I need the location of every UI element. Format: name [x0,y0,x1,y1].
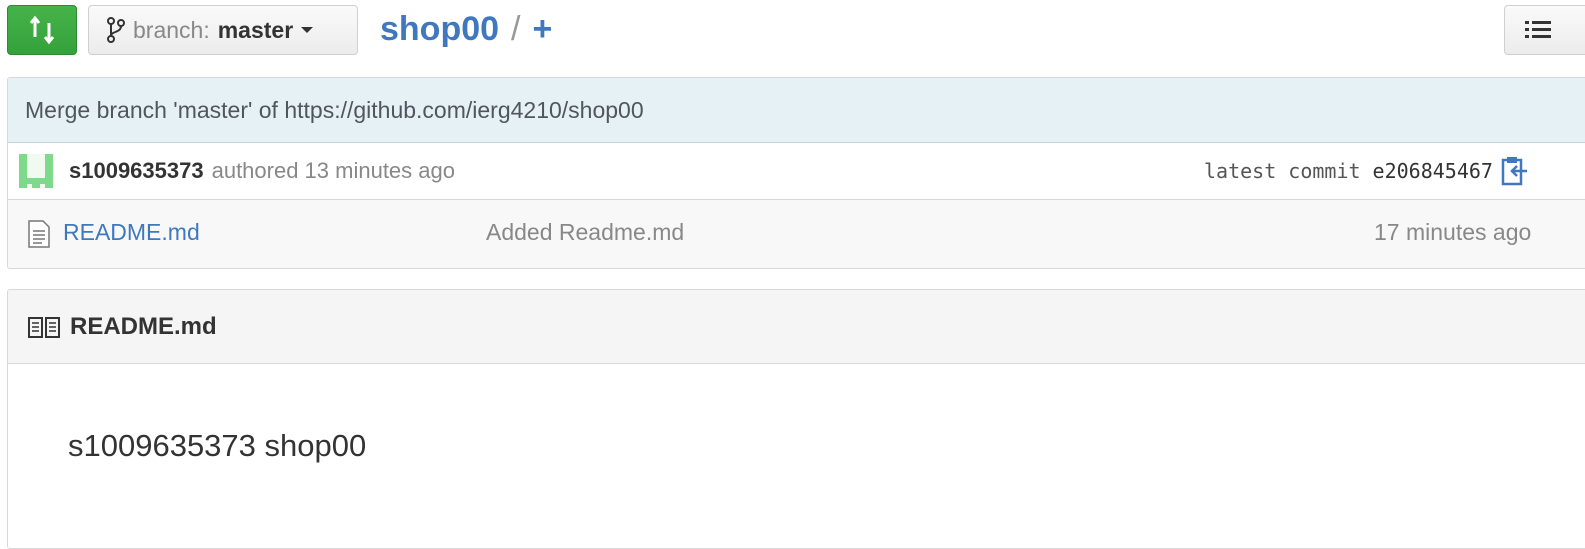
compare-arrows-icon [29,15,55,45]
branch-prefix: branch: [133,16,210,43]
file-text-icon [28,220,50,248]
readme-body: s1009635373 shop00 [8,364,1585,548]
branch-icon [107,17,125,43]
file-commit-message[interactable]: Added Readme.md [486,219,684,246]
branch-name: master [217,16,294,43]
clipboard-icon[interactable] [1501,156,1529,186]
book-icon [28,316,60,338]
readme-header: README.md [8,290,1585,364]
readme-title: README.md [70,312,217,340]
commit-meta: s1009635373 authored 13 minutes ago late… [8,143,1585,200]
commit-message[interactable]: Merge branch 'master' of https://github.… [8,78,1585,143]
list-view-button[interactable] [1504,5,1585,55]
commit-sha[interactable]: e206845467 [1373,159,1493,183]
avatar[interactable] [19,154,53,188]
file-age: 17 minutes ago [1374,219,1532,245]
commit-time: authored 13 minutes ago [211,158,455,183]
list-icon [1525,21,1551,38]
breadcrumb: shop00 / + [380,6,552,52]
latest-commit-info: latest commit e206845467 [1204,156,1529,186]
file-row: README.md Added Readme.md 17 minutes ago [8,200,1585,268]
commit-panel: Merge branch 'master' of https://github.… [7,77,1585,269]
breadcrumb-separator: / [511,9,521,48]
commit-author[interactable]: s1009635373 [69,158,204,184]
chevron-down-icon [301,27,314,33]
readme-content: s1009635373 shop00 [68,428,367,463]
latest-commit-label: latest commit [1204,159,1361,183]
compare-button[interactable] [7,5,77,55]
readme-panel: README.md s1009635373 shop00 [7,289,1585,549]
repo-link[interactable]: shop00 [380,10,499,49]
branch-selector[interactable]: branch: master [88,5,358,55]
add-file-button[interactable]: + [533,10,553,49]
file-name-link[interactable]: README.md [63,219,200,246]
